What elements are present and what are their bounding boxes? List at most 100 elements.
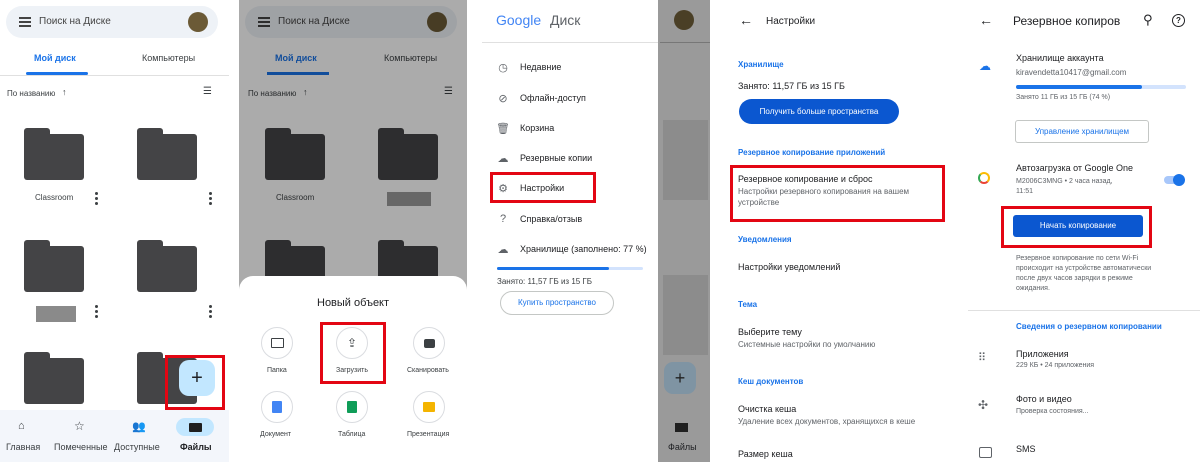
more-options-icon[interactable] (95, 192, 99, 206)
notifications-settings[interactable]: Настройки уведомлений (738, 262, 840, 272)
search-placeholder: Поиск на Диске (39, 16, 111, 27)
folder-nav-icon[interactable] (189, 423, 202, 432)
action-sheet: Таблица (338, 431, 366, 438)
nav-home[interactable]: Главная (6, 442, 40, 452)
section-notifications: Уведомления (738, 235, 792, 244)
sheet-button[interactable] (336, 391, 368, 423)
section-cache: Кеш документов (738, 377, 804, 386)
apps-title[interactable]: Приложения (1016, 349, 1069, 359)
avatar[interactable] (674, 10, 694, 30)
nav-starred[interactable]: Помеченные (54, 442, 107, 452)
autoupload-toggle[interactable] (1164, 174, 1185, 186)
cloud-icon: ☁ (979, 59, 991, 73)
star-icon[interactable]: ☆ (74, 419, 85, 433)
trash-icon: 🗑 (496, 122, 510, 135)
arrow-up-icon[interactable]: ↑ (62, 87, 67, 97)
presentation-button[interactable] (413, 391, 445, 423)
wifi-note: Резервное копирование по сети Wi-Fi (1016, 255, 1139, 262)
nav-files[interactable]: Файлы (668, 442, 697, 452)
storage-bar-fill (497, 267, 610, 270)
menu-item-help[interactable]: ? Справка/отзыв (496, 209, 582, 229)
more-options-icon[interactable] (209, 305, 213, 319)
document-button[interactable] (261, 391, 293, 423)
menu-item-trash[interactable]: 🗑 Корзина (496, 118, 554, 138)
theme-title[interactable]: Выберите тему (738, 327, 802, 337)
photos-title[interactable]: Фото и видео (1016, 394, 1072, 404)
menu-item-recent[interactable]: ◷ Недавние (496, 57, 561, 77)
panel-settings: ← Настройки Хранилище Занято: 11,57 ГБ и… (726, 0, 957, 462)
menu-item-storage[interactable]: ☁ Хранилище (заполнено: 77 %) (496, 239, 647, 259)
wifi-note: после двух часов зарядки в режиме (1016, 275, 1133, 282)
folder-icon[interactable] (137, 128, 197, 180)
folder-nav-icon[interactable] (675, 423, 688, 432)
search-bar[interactable]: Поиск на Диске (6, 6, 218, 38)
action-scan: Сканировать (407, 367, 449, 374)
highlight-box (1001, 206, 1152, 248)
account-storage-title: Хранилище аккаунта (1016, 53, 1104, 63)
google-one-icon (978, 172, 990, 184)
nav-files[interactable]: Файлы (180, 442, 212, 452)
list-view-icon[interactable]: ☰ (203, 86, 212, 97)
cache-clear-desc: Удаление всех документов, хранящихся в к… (738, 417, 916, 426)
back-arrow-icon[interactable]: ← (979, 12, 993, 28)
more-options-icon[interactable] (209, 192, 213, 206)
manage-storage-button[interactable]: Управление хранилищем (1015, 120, 1149, 143)
back-arrow-icon[interactable]: ← (739, 12, 753, 28)
folder-icon[interactable] (24, 240, 84, 292)
section-storage: Хранилище (738, 60, 784, 69)
cloud-upload-icon: ☁ (497, 152, 509, 165)
wifi-note: ожидания. (1016, 285, 1050, 292)
folder-icon[interactable] (24, 128, 84, 180)
nav-shared[interactable]: Доступные (114, 442, 160, 452)
folder-outline-icon (270, 338, 284, 348)
account-email: kiravendetta10417@gmail.com (1016, 68, 1127, 77)
action-presentation: Презентация (407, 431, 450, 438)
docs-icon (272, 401, 282, 413)
help-icon: ? (499, 213, 507, 225)
autoupload-title: Автозагрузка от Google One (1016, 163, 1134, 173)
cache-size[interactable]: Размер кеша (738, 449, 793, 459)
highlight-box (490, 172, 596, 203)
storage-used: Занято: 11,57 ГБ из 15 ГБ (497, 277, 593, 286)
camera-icon (423, 338, 435, 348)
tab-my-drive[interactable]: Мой диск (34, 53, 76, 63)
more-options-icon[interactable] (95, 305, 99, 319)
apps-desc: 229 КБ • 24 приложения (1016, 362, 1095, 369)
cache-clear[interactable]: Очистка кеша (738, 404, 796, 414)
page-title: Резервное копиров (1013, 14, 1121, 28)
tab-computers[interactable]: Компьютеры (142, 53, 195, 63)
scan-button[interactable] (413, 327, 445, 359)
theme-desc: Системные настройки по умолчанию (738, 340, 876, 349)
cloud-icon: ☁ (497, 243, 509, 256)
sheets-icon (347, 401, 357, 413)
home-icon[interactable]: ⌂ (18, 420, 25, 432)
shared-folder-icon[interactable] (137, 240, 197, 292)
folder-create-button[interactable] (261, 327, 293, 359)
search-icon[interactable]: ⚲ (1143, 12, 1153, 28)
avatar[interactable] (188, 12, 208, 32)
tabs-divider (0, 75, 229, 76)
slides-icon (423, 402, 435, 412)
more-space-button[interactable]: Получить больше пространства (739, 99, 899, 124)
sheet-title: Новый объект (317, 297, 390, 309)
sort-label[interactable]: По названию (7, 89, 55, 98)
google-logo: Google (496, 12, 542, 28)
buy-storage-button[interactable]: Купить пространство (500, 291, 614, 315)
storage-bar-track (1016, 85, 1186, 89)
menu-item-backups[interactable]: ☁ Резервные копии (496, 148, 593, 168)
highlight-box (165, 355, 225, 410)
folder-icon[interactable] (24, 352, 84, 404)
section-app-backup: Резервное копирование приложений (738, 148, 886, 157)
storage-used: Занято: 11,57 ГБ из 15 ГБ (738, 81, 845, 91)
disk-logo-text: Диск (550, 12, 581, 28)
sms-title[interactable]: SMS (1016, 444, 1036, 454)
people-icon[interactable]: 👥 (132, 420, 146, 433)
fab-button[interactable]: + (664, 362, 696, 394)
sms-icon (979, 447, 992, 458)
menu-item-offline[interactable]: ⊘ Офлайн-доступ (496, 88, 585, 108)
highlight-box (730, 165, 945, 222)
panel-backup: ← Резервное копиров ⚲ ? ☁ Хранилище акка… (968, 0, 1200, 462)
help-icon[interactable]: ? (1172, 14, 1185, 27)
highlight-box (320, 322, 386, 384)
offline-icon: ⊘ (498, 92, 508, 105)
